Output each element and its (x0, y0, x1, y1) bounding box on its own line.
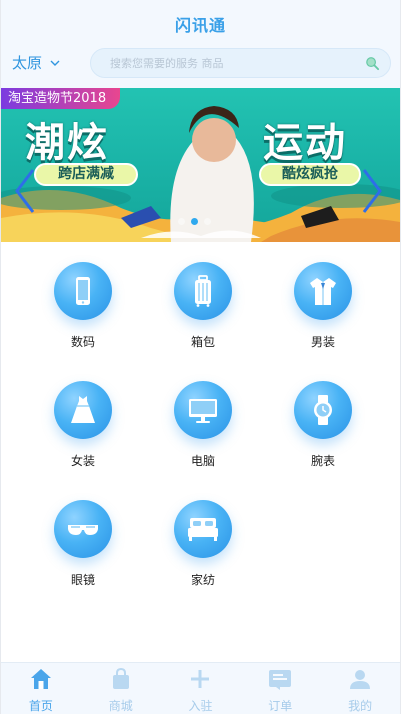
glasses-icon (54, 500, 112, 558)
search-input[interactable] (91, 56, 346, 70)
category-grid: 数码 箱包 男装女装 电脑 腕表眼镜 家纺 (23, 262, 383, 587)
monitor-icon (174, 381, 232, 439)
banner-headline-right: 运动 (263, 120, 347, 166)
luggage-icon (174, 262, 232, 320)
category-item-dress[interactable]: 女装 (23, 381, 143, 468)
category-label: 男装 (310, 335, 335, 349)
home-icon (29, 667, 53, 695)
category-item-watch[interactable]: 腕表 (263, 381, 383, 468)
category-label: 数码 (70, 335, 95, 349)
tab-plus[interactable]: 入驻 (161, 663, 241, 714)
category-item-monitor[interactable]: 电脑 (143, 381, 263, 468)
category-item-phone[interactable]: 数码 (23, 262, 143, 349)
tab-shopping-bag[interactable]: 商城 (81, 663, 161, 714)
category-label: 腕表 (310, 454, 335, 468)
tab-label: 商城 (108, 699, 133, 713)
tab-order[interactable]: 订单 (240, 663, 320, 714)
tab-label: 首页 (28, 699, 53, 713)
carousel-dots (178, 218, 211, 225)
user-icon (348, 667, 372, 695)
carousel-dot[interactable] (204, 218, 211, 225)
banner-tag: 淘宝造物节2018 (1, 88, 121, 109)
tab-home[interactable]: 首页 (1, 663, 81, 714)
bed-icon (174, 500, 232, 558)
app-header: 闪讯通 太原 (1, 0, 400, 88)
app-title: 闪讯通 (174, 16, 226, 35)
category-label: 箱包 (190, 335, 215, 349)
category-label: 电脑 (190, 454, 215, 468)
tab-label: 订单 (268, 699, 293, 713)
banner-prev-arrow-icon[interactable] (13, 166, 37, 216)
banner-headline-left: 潮炫 (25, 120, 109, 166)
banner-pill-right: 酷炫疯抢 (259, 163, 361, 186)
city-selector[interactable]: 太原 (12, 52, 62, 73)
tab-label: 我的 (348, 699, 373, 713)
banner-pill-left: 跨店满减 (34, 163, 138, 186)
category-label: 女装 (70, 454, 95, 468)
category-label: 家纺 (190, 573, 215, 587)
promo-banner[interactable]: 淘宝造物节2018 潮炫 运动 跨店满减 酷炫疯抢 (1, 88, 400, 242)
search-bar[interactable] (90, 48, 391, 78)
city-name: 太原 (12, 54, 43, 72)
search-icon[interactable] (365, 56, 380, 71)
carousel-dot[interactable] (178, 218, 185, 225)
plus-icon (188, 667, 212, 695)
tab-label: 入驻 (188, 699, 213, 713)
chevron-down-icon (50, 60, 60, 66)
category-label: 眼镜 (70, 573, 95, 587)
category-item-bed[interactable]: 家纺 (143, 500, 263, 587)
shirt-icon (294, 262, 352, 320)
category-item-shirt[interactable]: 男装 (263, 262, 383, 349)
shopping-bag-icon (109, 667, 133, 695)
carousel-dot[interactable] (191, 218, 198, 225)
banner-next-arrow-icon[interactable] (360, 166, 384, 216)
tab-user[interactable]: 我的 (320, 663, 400, 714)
dress-icon (54, 381, 112, 439)
category-item-glasses[interactable]: 眼镜 (23, 500, 143, 587)
bottom-tab-bar: 首页 商城 入驻 订单 我的 (1, 662, 400, 714)
phone-icon (54, 262, 112, 320)
watch-icon (294, 381, 352, 439)
category-item-luggage[interactable]: 箱包 (143, 262, 263, 349)
order-icon (268, 667, 292, 695)
